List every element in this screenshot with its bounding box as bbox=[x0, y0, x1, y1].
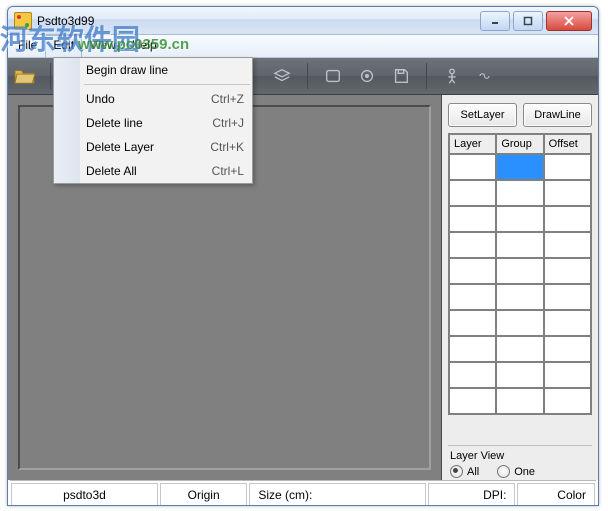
minimize-button[interactable] bbox=[480, 11, 510, 31]
person-icon[interactable] bbox=[441, 65, 463, 87]
close-button[interactable] bbox=[546, 11, 592, 31]
col-layer[interactable]: Layer bbox=[449, 134, 496, 154]
status-bar: psdto3d Origin Size (cm): DPI: Color bbox=[10, 480, 596, 506]
table-row bbox=[449, 362, 591, 388]
menu-bar: File Edit View Help bbox=[8, 35, 598, 58]
infinity-icon[interactable] bbox=[475, 65, 497, 87]
table-row bbox=[449, 284, 591, 310]
radio-all[interactable]: All bbox=[450, 465, 479, 478]
open-file-icon[interactable] bbox=[14, 65, 36, 87]
status-origin: Origin bbox=[160, 483, 247, 506]
col-group[interactable]: Group bbox=[496, 134, 543, 154]
menu-edit[interactable]: Edit bbox=[45, 35, 82, 57]
menu-help[interactable]: Help bbox=[124, 35, 165, 57]
table-row bbox=[449, 388, 591, 414]
table-row bbox=[449, 232, 591, 258]
table-row bbox=[449, 154, 591, 180]
menu-view[interactable]: View bbox=[82, 35, 124, 57]
title-bar[interactable]: Psdto3d99 bbox=[8, 7, 598, 35]
table-row bbox=[449, 336, 591, 362]
app-icon bbox=[14, 12, 32, 30]
radio-one[interactable]: One bbox=[497, 465, 535, 478]
status-app: psdto3d bbox=[11, 483, 158, 506]
selected-cell[interactable] bbox=[496, 154, 543, 180]
table-row bbox=[449, 180, 591, 206]
maximize-button[interactable] bbox=[513, 11, 543, 31]
layer-table[interactable]: Layer Group Offset bbox=[448, 133, 592, 415]
menu-delete-line[interactable]: Delete lineCtrl+J bbox=[54, 111, 252, 135]
layer-view-panel: Layer View All One bbox=[448, 445, 592, 480]
col-offset[interactable]: Offset bbox=[544, 134, 591, 154]
draw-line-button[interactable]: DrawLine bbox=[523, 103, 592, 127]
status-color: Color bbox=[517, 483, 595, 506]
window-title: Psdto3d99 bbox=[37, 14, 480, 28]
table-row bbox=[449, 310, 591, 336]
menu-delete-layer[interactable]: Delete LayerCtrl+K bbox=[54, 135, 252, 159]
side-panel: SetLayer DrawLine Layer Group Offset bbox=[442, 95, 598, 480]
table-row bbox=[449, 206, 591, 232]
status-dpi: DPI: bbox=[428, 483, 515, 506]
save-icon[interactable] bbox=[390, 65, 412, 87]
menu-begin-draw-line[interactable]: Begin draw line bbox=[54, 58, 252, 82]
status-size: Size (cm): bbox=[249, 483, 426, 506]
menu-file[interactable]: File bbox=[10, 35, 45, 57]
layer-view-title: Layer View bbox=[450, 450, 590, 462]
edit-menu-dropdown: Begin draw line UndoCtrl+Z Delete lineCt… bbox=[53, 57, 253, 184]
layers-icon[interactable] bbox=[271, 65, 293, 87]
target-icon[interactable] bbox=[356, 65, 378, 87]
set-layer-button[interactable]: SetLayer bbox=[448, 103, 517, 127]
app-window: Psdto3d99 File Edit View Help SetLa bbox=[7, 6, 599, 506]
menu-delete-all[interactable]: Delete AllCtrl+L bbox=[54, 159, 252, 183]
table-row bbox=[449, 258, 591, 284]
menu-undo[interactable]: UndoCtrl+Z bbox=[54, 87, 252, 111]
rectangle-icon[interactable] bbox=[322, 65, 344, 87]
